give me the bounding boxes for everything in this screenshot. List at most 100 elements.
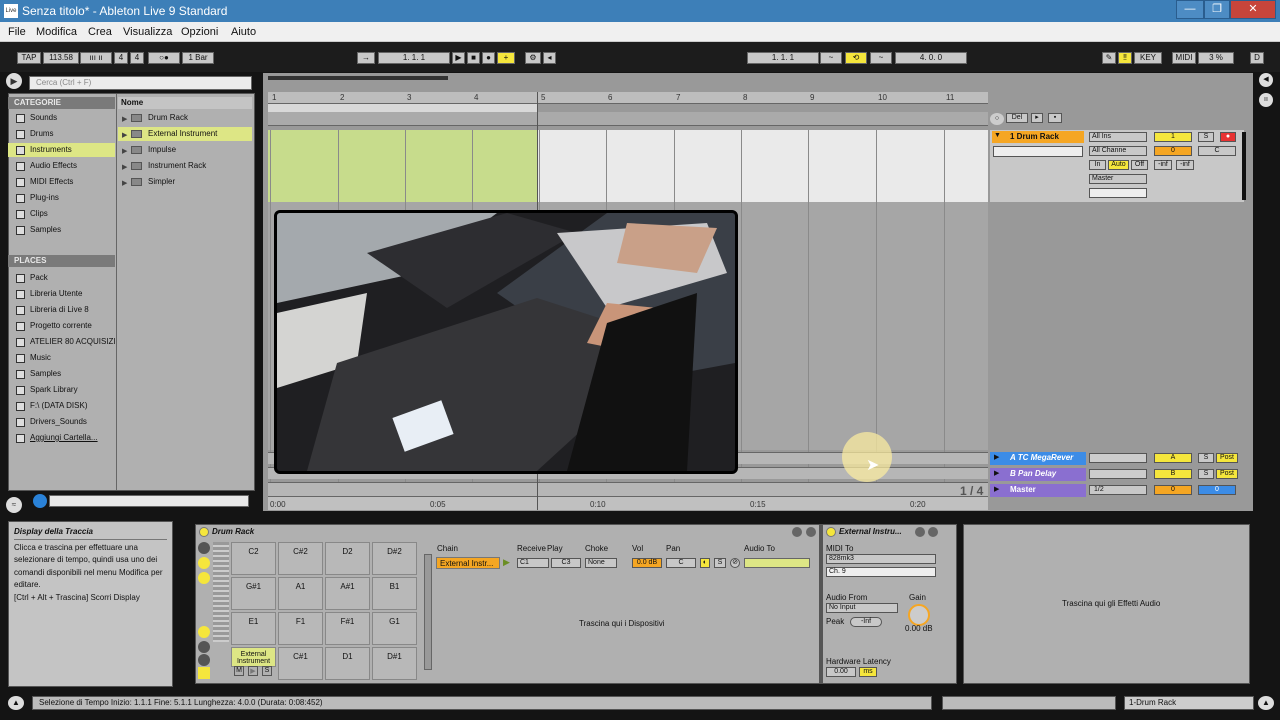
input-type-select[interactable]: All Ins [1089,132,1147,142]
preview-play-icon[interactable] [33,494,47,508]
menu-modifica[interactable]: Modifica [36,26,77,38]
drum-pad[interactable]: A1 [278,577,323,610]
ext-hot-swap-icon[interactable] [915,527,925,537]
key-map-button[interactable]: KEY [1134,52,1162,64]
category-samples[interactable]: Samples [8,223,115,237]
punch-in-icon[interactable]: ~ [820,52,842,64]
category-sounds[interactable]: Sounds [8,111,115,125]
track-name-master[interactable]: Master [992,483,1086,497]
drum-pad[interactable]: External Instrument [231,647,276,667]
detail-toggle-icon[interactable]: ▲ [1258,696,1274,710]
master-lane[interactable] [268,482,988,496]
follow-button[interactable]: → [357,52,375,64]
time-selection[interactable] [268,130,538,202]
drum-pad[interactable]: D2 [325,542,370,575]
loop-start-field[interactable]: 1. 1. 1 [747,52,819,64]
menu-file[interactable]: File [8,26,26,38]
loop-length-field[interactable]: 4. 0. 0 [895,52,967,64]
io-toggle-icon[interactable]: ◀ [1259,73,1273,87]
preview-toggle-icon[interactable]: ≈ [6,497,22,513]
chain-play-icon[interactable]: ▶ [503,557,513,569]
return-a-solo[interactable]: S [1198,453,1214,463]
track-lock-icon[interactable]: ○ [990,113,1004,125]
name-column-header[interactable]: Nome [118,97,252,109]
place-data-disk[interactable]: F:\ (DATA DISK) [8,399,115,413]
computer-midi-icon[interactable]: ‼ [1118,52,1132,64]
expand-icon[interactable]: ▶ [122,161,127,175]
place-spark-library[interactable]: Spark Library [8,383,115,397]
latency-value[interactable]: 0.00 [826,667,856,677]
latency-unit-toggle[interactable]: ms [859,667,877,677]
receive-note-select[interactable]: C1 [517,558,549,568]
draw-mode-icon[interactable]: ✎ [1102,52,1116,64]
solo-button[interactable]: S [1198,132,1214,142]
category-midi-effects[interactable]: MIDI Effects [8,175,115,189]
hot-swap-icon[interactable] [792,527,802,537]
browser-toggle-icon[interactable]: ▶ [6,73,22,89]
track-name-drum-rack[interactable]: 1 Drum Rack [992,130,1086,144]
nudge-buttons[interactable]: ııı ıı [80,52,112,64]
track-name-return-b[interactable]: B Pan Delay [992,467,1086,481]
drum-pad[interactable]: D1 [325,647,370,680]
ext-instrument-on-icon[interactable] [826,527,836,537]
tap-button[interactable]: TAP [17,52,41,64]
midi-map-button[interactable]: MIDI [1172,52,1196,64]
return-a-activator[interactable]: A [1154,453,1192,463]
chain-list-icon[interactable] [198,557,210,569]
arm-record-button[interactable]: ● [1220,132,1236,142]
chain-activator-icon[interactable]: ◐ [700,558,710,568]
place-atelier[interactable]: ATELIER 80 ACQUISIZIO [8,335,115,349]
drum-pad[interactable]: G#1 [231,577,276,610]
menu-opzioni[interactable]: Opzioni [181,26,218,38]
device-list-icon[interactable] [198,572,210,584]
choke-select[interactable]: None [585,558,617,568]
chain-hotswap-icon[interactable]: ⊘ [730,558,740,568]
quantize-menu[interactable]: 1 Bar [182,52,214,64]
track-clip-slot[interactable] [993,146,1083,157]
return-b-activator[interactable]: B [1154,469,1192,479]
drum-pad[interactable]: F#1 [325,612,370,645]
close-button[interactable]: ✕ [1230,0,1276,19]
macro-icon[interactable] [198,626,210,638]
place-drivers-sounds[interactable]: Drivers_Sounds [8,415,115,429]
menu-visualizza[interactable]: Visualizza [123,26,172,38]
tempo-field[interactable]: 113.58 [43,52,79,64]
chain-pan[interactable]: C [666,558,696,568]
mixer-toggle-icon[interactable]: ıı [1259,93,1273,107]
drum-pad[interactable]: B1 [372,577,417,610]
signature-numerator[interactable]: 4 [114,52,128,64]
master-volume[interactable]: 0 [1154,485,1192,495]
drum-pad[interactable]: G1 [372,612,417,645]
minimize-button[interactable]: — [1176,0,1204,19]
expand-icon[interactable]: ▶ [122,177,127,191]
loop-brace[interactable] [268,104,538,112]
expand-icon[interactable]: ▶ [122,113,127,127]
expand-icon[interactable]: ▶ [122,129,127,143]
input-channel-select[interactable]: All Channe [1089,146,1147,156]
play-note-field[interactable]: C3 [551,558,581,568]
add-folder-link[interactable]: Aggiungi Cartella... [8,431,115,445]
place-music[interactable]: Music [8,351,115,365]
map-icon[interactable] [198,641,210,653]
track-activator[interactable]: 1 [1154,132,1192,142]
return-b-solo[interactable]: S [1198,469,1214,479]
auto-select-icon[interactable] [198,667,210,679]
place-pack[interactable]: Pack [8,271,115,285]
audio-to-select[interactable] [744,558,810,568]
next-locator-icon[interactable]: ▸ [1031,113,1043,123]
output-channel-field[interactable] [1089,188,1147,198]
chain-solo-icon[interactable]: S [714,558,726,568]
automation-arm-icon[interactable]: ⚙ [525,52,541,64]
overview-scroll[interactable] [268,76,448,80]
place-current-project[interactable]: Progetto corrente [8,319,115,333]
drum-pad[interactable]: D#2 [372,542,417,575]
play-button[interactable]: ▶ [452,52,465,64]
song-position-field[interactable]: 1. 1. 1 [378,52,450,64]
info-toggle-icon[interactable]: ▲ [8,696,24,710]
browser-item-impulse[interactable]: ▶ Impulse [118,143,252,157]
midi-to-select[interactable]: 828mk3 [826,554,936,564]
chain-scrollbar[interactable] [424,554,432,670]
rack-view-icon[interactable] [198,542,210,554]
pad-play-button[interactable]: ▶ [248,666,258,676]
output-select[interactable]: Master [1089,174,1147,184]
